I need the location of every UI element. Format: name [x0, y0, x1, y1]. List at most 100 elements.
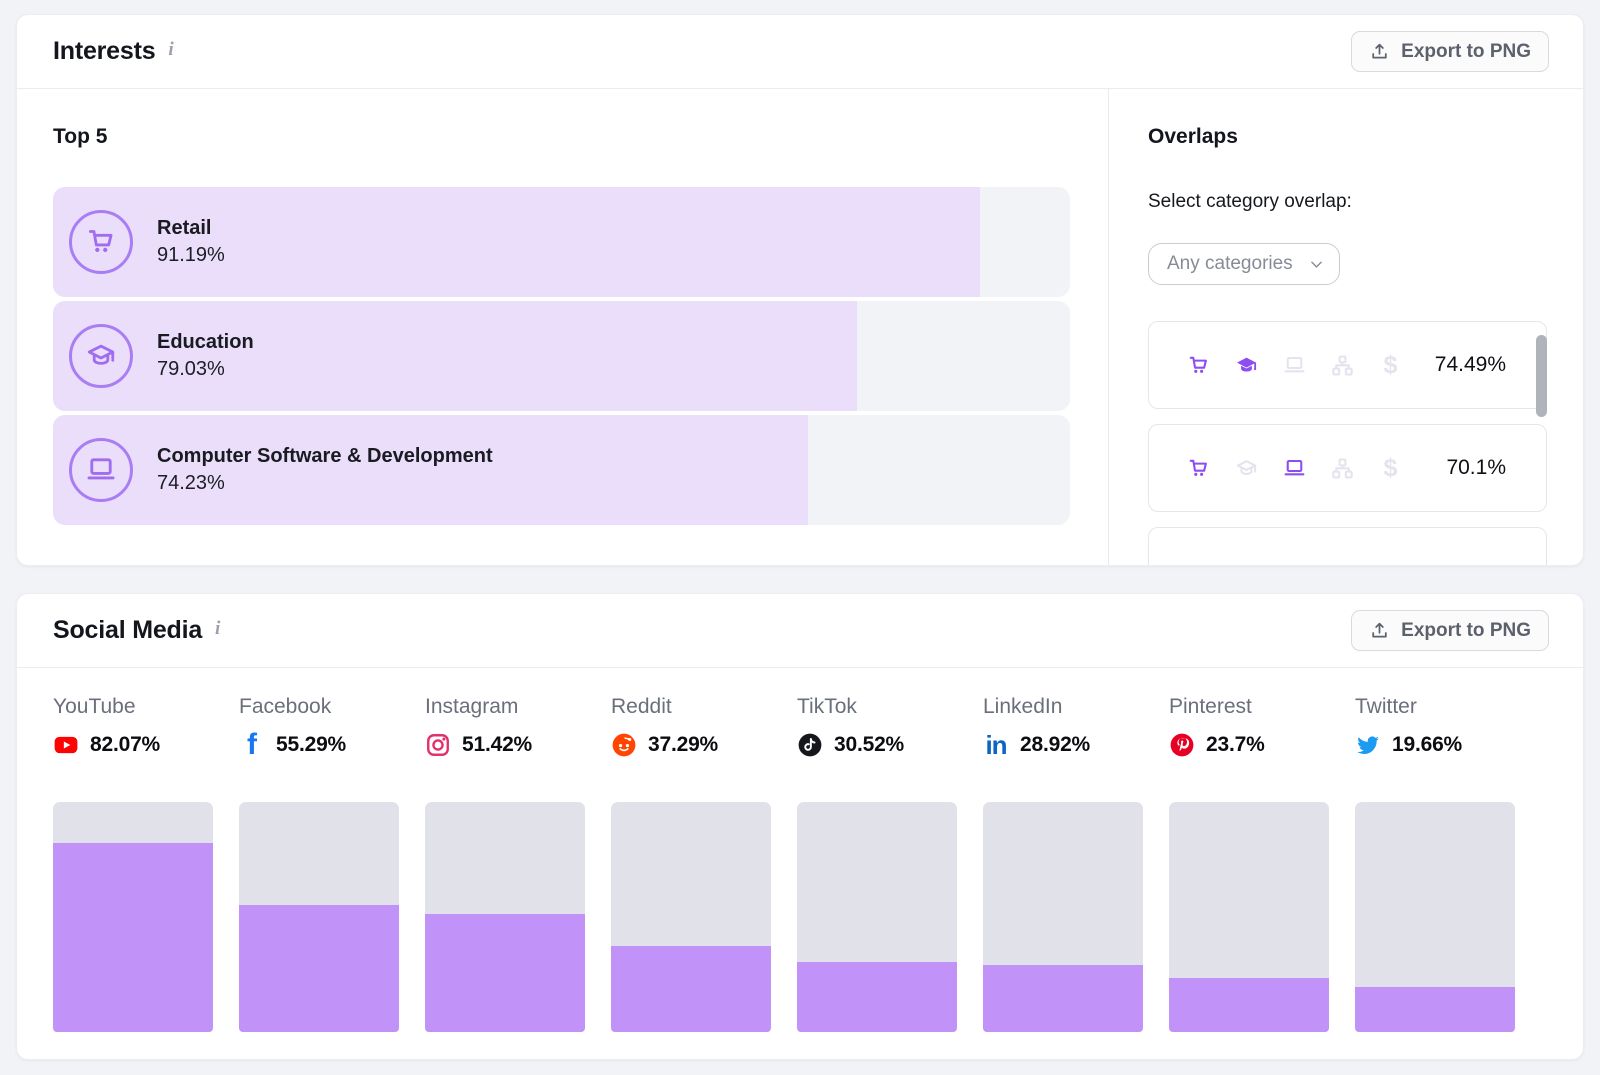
- overlaps-section: Overlaps Select category overlap: Any ca…: [1108, 89, 1583, 566]
- network-value: 82.07%: [90, 733, 160, 757]
- social-column-tiktok: TikTok 30.52%: [797, 695, 957, 1032]
- bar-track: [239, 802, 399, 1032]
- network-value: 37.29%: [648, 733, 718, 757]
- network-value: 28.92%: [1020, 733, 1090, 757]
- laptop-icon: [1282, 353, 1307, 378]
- bar-fill: [1355, 987, 1515, 1032]
- network-value: 51.42%: [462, 733, 532, 757]
- category-dropdown-value: Any categories: [1167, 253, 1293, 275]
- pinterest-icon: [1169, 732, 1195, 758]
- social-column-linkedin: LinkedIn in 28.92%: [983, 695, 1143, 1032]
- export-png-button[interactable]: Export to PNG: [1351, 610, 1549, 651]
- tiktok-icon: [797, 732, 823, 758]
- cart-icon: [1186, 353, 1211, 378]
- social-media-header: Social Media i Export to PNG: [17, 594, 1583, 668]
- overlap-row[interactable]: $ 74.49%: [1148, 321, 1547, 409]
- bar-fill: [797, 962, 957, 1032]
- social-column-pinterest: Pinterest 23.7%: [1169, 695, 1329, 1032]
- cart-icon: [1186, 456, 1211, 481]
- social-media-card: Social Media i Export to PNG YouTube 82.…: [16, 593, 1584, 1060]
- network-label: Reddit: [611, 695, 771, 719]
- top5-section: Top 5 Retail 91.19%: [17, 89, 1108, 566]
- sitemap-icon: [1330, 353, 1355, 378]
- export-png-label: Export to PNG: [1401, 41, 1531, 63]
- bar-track: [611, 802, 771, 1032]
- laptop-icon: [69, 438, 133, 502]
- top5-heading: Top 5: [53, 125, 1070, 149]
- network-label: Twitter: [1355, 695, 1515, 719]
- graduation-cap-icon: [1234, 353, 1259, 378]
- network-label: Pinterest: [1169, 695, 1329, 719]
- export-png-button[interactable]: Export to PNG: [1351, 31, 1549, 72]
- category-name: Computer Software & Development: [157, 445, 493, 468]
- scrollbar-thumb[interactable]: [1536, 335, 1547, 417]
- bar-track: [797, 802, 957, 1032]
- network-label: Facebook: [239, 695, 399, 719]
- instagram-icon: [425, 732, 451, 758]
- youtube-icon: [53, 732, 79, 758]
- cart-icon: [69, 210, 133, 274]
- upload-icon: [1369, 41, 1390, 62]
- network-value: 30.52%: [834, 733, 904, 757]
- bar-track: [983, 802, 1143, 1032]
- network-value: 23.7%: [1206, 733, 1265, 757]
- category-name: Retail: [157, 217, 225, 240]
- social-column-youtube: YouTube 82.07%: [53, 695, 213, 1032]
- network-label: TikTok: [797, 695, 957, 719]
- dollar-icon: $: [1378, 456, 1403, 481]
- social-column-twitter: Twitter 19.66%: [1355, 695, 1515, 1032]
- overlap-value: 70.1%: [1446, 456, 1506, 480]
- network-value: 19.66%: [1392, 733, 1462, 757]
- network-label: LinkedIn: [983, 695, 1143, 719]
- info-icon[interactable]: i: [168, 40, 173, 59]
- bar-fill: [425, 914, 585, 1032]
- overlap-row-partial[interactable]: [1148, 527, 1547, 566]
- category-value: 91.19%: [157, 244, 225, 267]
- bar-fill: [239, 905, 399, 1032]
- overlaps-heading: Overlaps: [1148, 125, 1547, 149]
- info-icon[interactable]: i: [215, 619, 220, 638]
- dollar-icon: $: [1378, 353, 1403, 378]
- top5-row-computer-software: Computer Software & Development 74.23%: [53, 415, 1070, 525]
- category-dropdown[interactable]: Any categories: [1148, 243, 1340, 285]
- overlap-value: 74.49%: [1435, 353, 1506, 377]
- chevron-down-icon: [1308, 256, 1325, 273]
- upload-icon: [1369, 620, 1390, 641]
- category-value: 79.03%: [157, 358, 254, 381]
- select-category-label: Select category overlap:: [1148, 191, 1547, 213]
- twitter-icon: [1355, 732, 1381, 758]
- interests-title: Interests: [53, 37, 155, 66]
- network-value: 55.29%: [276, 733, 346, 757]
- bar-track: [425, 802, 585, 1032]
- export-png-label: Export to PNG: [1401, 620, 1531, 642]
- bar-fill: [611, 946, 771, 1032]
- category-name: Education: [157, 331, 254, 354]
- social-column-facebook: Facebook f 55.29%: [239, 695, 399, 1032]
- network-label: Instagram: [425, 695, 585, 719]
- bar-fill: [983, 965, 1143, 1032]
- graduation-cap-icon: [69, 324, 133, 388]
- network-label: YouTube: [53, 695, 213, 719]
- social-media-chart: YouTube 82.07% Facebook f 55.29%: [17, 668, 1583, 1032]
- interests-header: Interests i Export to PNG: [17, 15, 1583, 89]
- bar-track: [1169, 802, 1329, 1032]
- reddit-icon: [611, 732, 637, 758]
- category-value: 74.23%: [157, 472, 493, 495]
- bar-fill: [1169, 978, 1329, 1033]
- sitemap-icon: [1330, 456, 1355, 481]
- social-column-reddit: Reddit 37.29%: [611, 695, 771, 1032]
- bar-fill: [53, 843, 213, 1032]
- social-media-title: Social Media: [53, 616, 202, 645]
- linkedin-icon: in: [983, 732, 1009, 758]
- interests-card: Interests i Export to PNG Top 5: [16, 14, 1584, 566]
- top5-row-retail: Retail 91.19%: [53, 187, 1070, 297]
- top5-row-education: Education 79.03%: [53, 301, 1070, 411]
- social-column-instagram: Instagram 51.42%: [425, 695, 585, 1032]
- bar-track: [1355, 802, 1515, 1032]
- overlap-row[interactable]: $ 70.1%: [1148, 424, 1547, 512]
- overlaps-list: $ 74.49% $ 70.1%: [1148, 321, 1547, 566]
- bar-track: [53, 802, 213, 1032]
- laptop-icon: [1282, 456, 1307, 481]
- graduation-cap-icon: [1234, 456, 1259, 481]
- facebook-icon: f: [239, 732, 265, 758]
